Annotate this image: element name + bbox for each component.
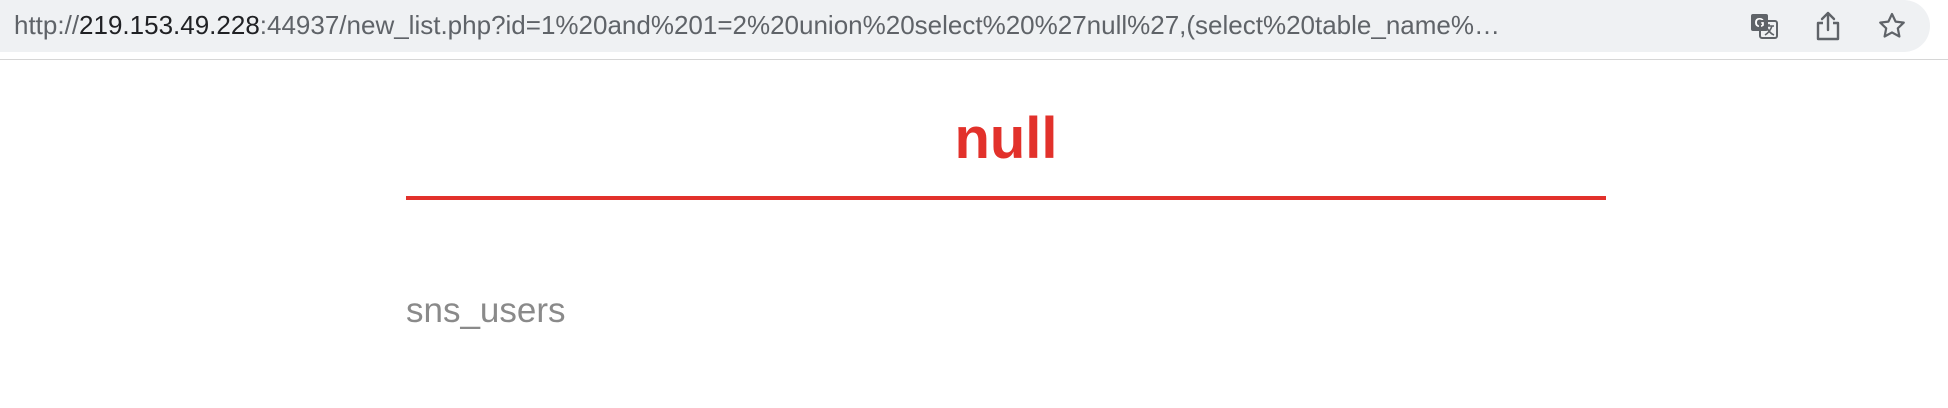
translate-icon[interactable]: G <box>1746 8 1782 44</box>
share-icon[interactable] <box>1810 8 1846 44</box>
page-title: null <box>954 106 1058 171</box>
title-divider <box>406 196 1606 200</box>
url-path: :44937/new_list.php?id=1%20and%201=2%20u… <box>259 10 1500 40</box>
url-prefix: http:// <box>14 10 80 40</box>
page-content: null sns_users <box>0 61 1948 408</box>
bookmark-star-icon[interactable] <box>1874 8 1910 44</box>
url-host: 219.153.49.228 <box>79 10 260 40</box>
content-text: sns_users <box>406 291 566 330</box>
url-text[interactable]: http://219.153.49.228:44937/new_list.php… <box>14 0 1724 52</box>
address-bar[interactable]: http://219.153.49.228:44937/new_list.php… <box>0 0 1930 52</box>
browser-toolbar: http://219.153.49.228:44937/new_list.php… <box>0 0 1948 60</box>
